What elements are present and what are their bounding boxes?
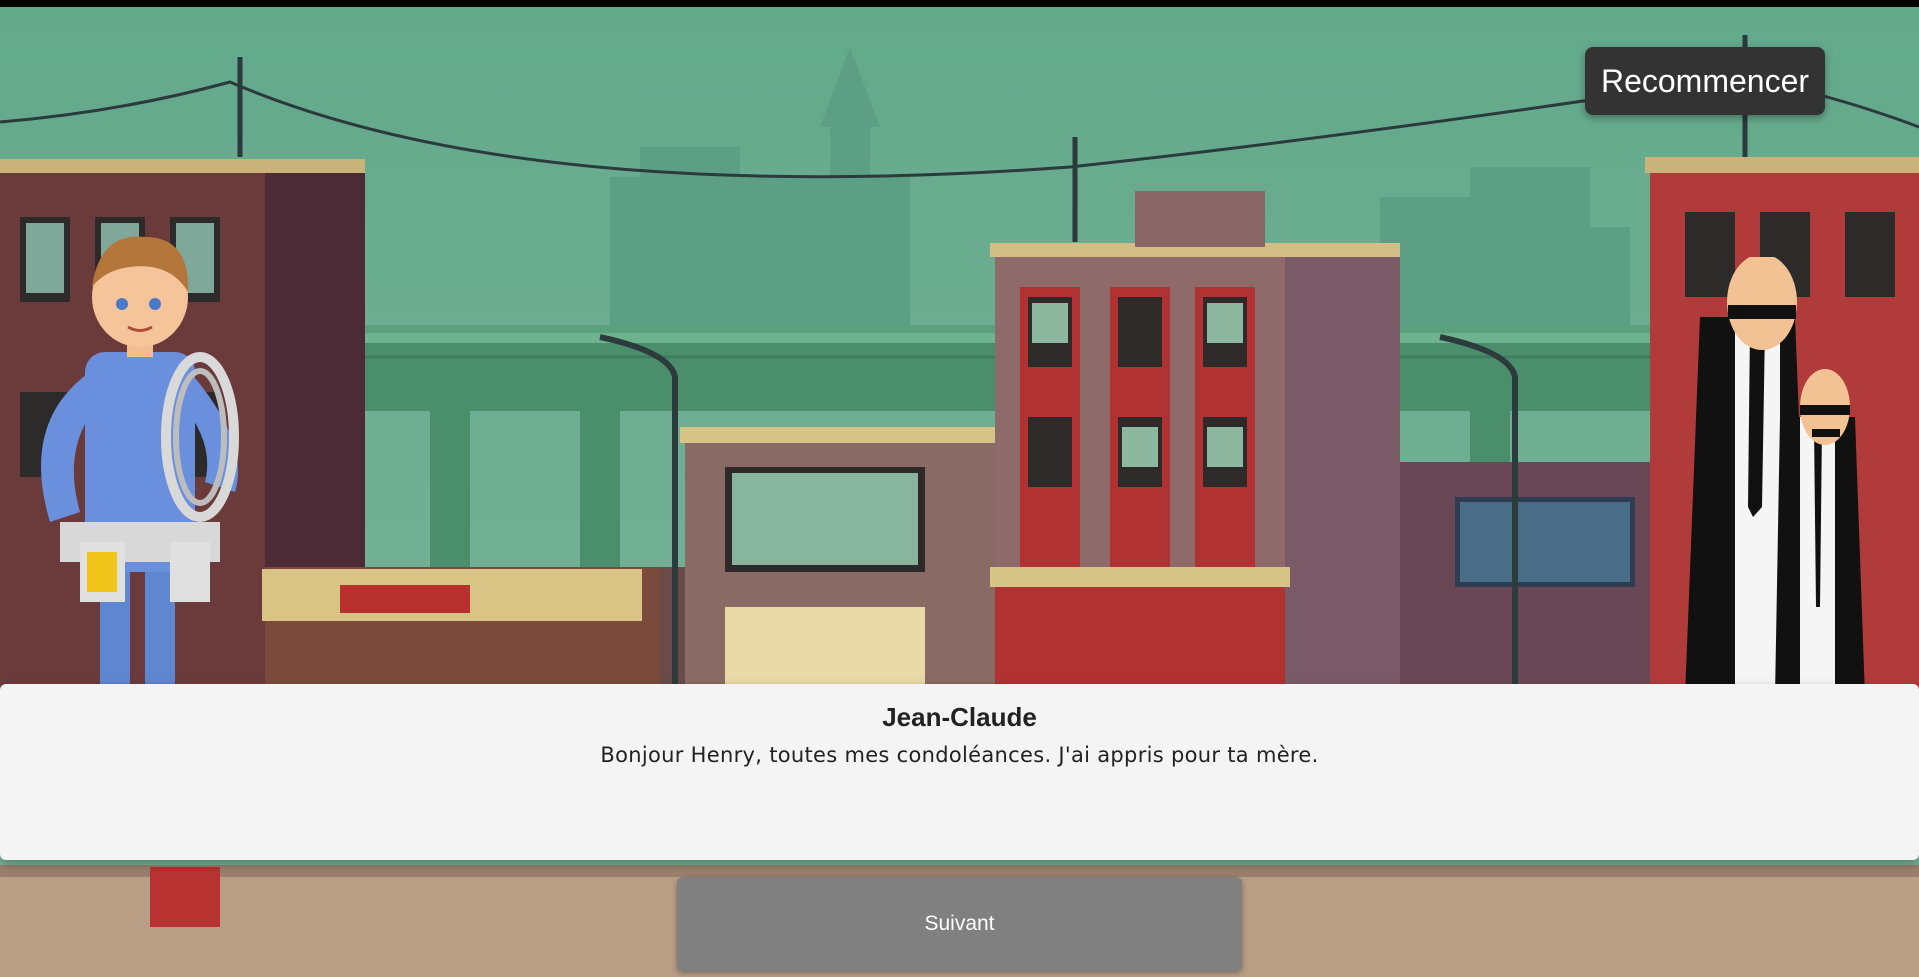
character-henry-and-companion [1685, 257, 1865, 697]
restart-button[interactable]: Recommencer [1585, 47, 1825, 115]
next-button[interactable]: Suivant [677, 877, 1242, 971]
dialogue-text: Bonjour Henry, toutes mes condoléances. … [600, 743, 1319, 767]
character-jean-claude [41, 236, 239, 692]
dialogue-box: Jean-Claude Bonjour Henry, toutes mes co… [0, 684, 1919, 860]
speaker-name: Jean-Claude [882, 702, 1037, 732]
